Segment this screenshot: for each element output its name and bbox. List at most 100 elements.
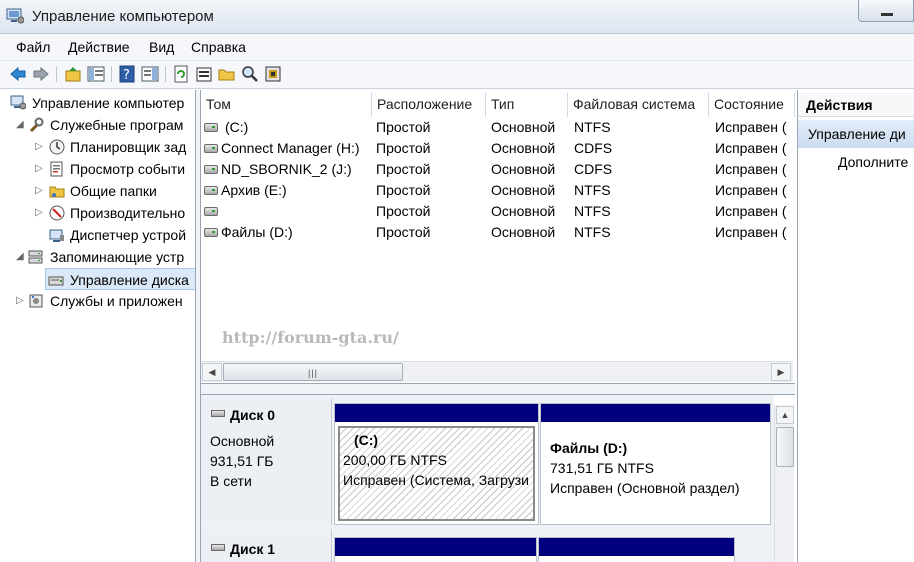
disk-view-vscrollbar[interactable]: ▲ <box>774 405 794 562</box>
tree-item-label: Планировщик зад <box>70 139 187 155</box>
partition-bar <box>539 538 734 556</box>
column-header-volume[interactable]: Том <box>201 93 372 117</box>
volume-status: Исправен ( <box>715 161 787 177</box>
disk-name: Диск 1 <box>230 541 276 557</box>
disk-0-label[interactable]: Диск 0 Основной 931,51 ГБ В сети <box>201 399 332 525</box>
partition-bar <box>335 404 538 422</box>
collapsed-arrow-icon[interactable]: ▷ <box>35 202 45 224</box>
tree-item-system-tools[interactable]: ◢ Служебные програм <box>14 114 195 136</box>
scroll-left-button[interactable]: ◀ <box>202 363 222 381</box>
partition-selected-area: (C:) 200,00 ГБ NTFS Исправен (Система, З… <box>338 426 535 521</box>
volume-status: Исправен ( <box>715 119 787 135</box>
partition-status: Исправен (Основной раздел) <box>550 480 740 496</box>
volume-row[interactable]: Простой Основной NTFS Исправен ( <box>201 201 795 222</box>
collapsed-arrow-icon[interactable]: ▷ <box>35 180 45 202</box>
tree-item-services[interactable]: ▷ Службы и приложен <box>14 290 195 312</box>
volume-row[interactable]: ND_SBORNIK_2 (J:) Простой Основной CDFS … <box>201 159 795 180</box>
collapsed-arrow-icon[interactable]: ▷ <box>16 290 26 312</box>
disk-properties-icon[interactable] <box>264 65 282 83</box>
expanded-arrow-icon[interactable]: ◢ <box>16 114 26 136</box>
volume-name: ND_SBORNIK_2 (J:) <box>221 161 352 177</box>
volume-list-hscrollbar[interactable]: ◀ ||| ▶ <box>201 361 793 382</box>
partition-c[interactable]: (C:) 200,00 ГБ NTFS Исправен (Система, З… <box>334 403 539 525</box>
column-header-status[interactable]: Состояние <box>709 93 795 117</box>
menu-help[interactable]: Справка <box>191 39 246 55</box>
disk-state: В сети <box>210 473 252 489</box>
forward-arrow-icon[interactable] <box>32 65 50 83</box>
search-disk-icon[interactable] <box>241 65 259 83</box>
menu-action[interactable]: Действие <box>68 39 130 55</box>
menu-file[interactable]: Файл <box>16 39 50 55</box>
partition-name: Файлы (D:) <box>550 440 628 456</box>
actions-pane: Действия Управление ди Дополните <box>797 90 914 562</box>
tree-item-computer-management[interactable]: Управление компьютер <box>8 92 195 114</box>
minimize-button[interactable] <box>858 0 914 22</box>
tree-item-label: Общие папки <box>70 183 157 199</box>
actions-more-link[interactable]: Дополните <box>838 154 908 170</box>
open-folder-icon[interactable] <box>218 65 236 83</box>
disk-1-partition-1[interactable] <box>334 537 537 562</box>
expanded-arrow-icon[interactable]: ◢ <box>16 246 26 268</box>
volume-file-system: NTFS <box>574 119 611 135</box>
partition-area: Файлы (D:) 731,51 ГБ NTFS Исправен (Осно… <box>544 426 767 521</box>
partition-size: 200,00 ГБ NTFS <box>343 452 447 468</box>
scroll-thumb[interactable] <box>776 427 794 467</box>
volume-type: Основной <box>491 140 556 156</box>
volume-name: Архив (E:) <box>221 182 287 198</box>
disk-graphical-view: Диск 0 Основной 931,51 ГБ В сети (C:) 20… <box>201 395 774 562</box>
volume-layout: Простой <box>376 140 431 156</box>
tree-item-device-manager[interactable]: Диспетчер устрой <box>33 224 195 246</box>
volume-row[interactable]: (C:) Простой Основной NTFS Исправен ( <box>201 117 795 138</box>
disk-icon <box>211 410 225 417</box>
cd-drive-icon <box>204 165 218 174</box>
volume-row[interactable]: Connect Manager (H:) Простой Основной CD… <box>201 138 795 159</box>
column-header-file-system[interactable]: Файловая система <box>568 93 709 117</box>
volume-row[interactable]: Архив (E:) Простой Основной NTFS Исправе… <box>201 180 795 201</box>
menu-bar: Файл Действие Вид Справка <box>0 34 914 61</box>
hard-drive-icon <box>204 228 218 237</box>
actions-section-disk-management[interactable]: Управление ди <box>798 120 914 148</box>
partition-d[interactable]: Файлы (D:) 731,51 ГБ NTFS Исправен (Осно… <box>540 403 771 525</box>
scroll-thumb[interactable]: ||| <box>223 363 403 381</box>
column-header-type[interactable]: Тип <box>486 93 568 117</box>
column-header-layout[interactable]: Расположение <box>372 93 486 117</box>
tree-item-shared-folders[interactable]: ▷ Общие папки <box>33 180 195 202</box>
show-hide-tree-icon[interactable] <box>87 65 105 83</box>
list-graph-splitter[interactable] <box>201 383 795 395</box>
up-folder-icon[interactable] <box>64 65 82 83</box>
refresh-icon[interactable] <box>172 65 190 83</box>
tree-item-storage[interactable]: ◢ Запоминающие устр <box>14 246 195 268</box>
tree-item-event-viewer[interactable]: ▷ Просмотр событи <box>33 158 195 180</box>
back-arrow-icon[interactable] <box>9 65 27 83</box>
volume-layout: Простой <box>376 203 431 219</box>
collapsed-arrow-icon[interactable]: ▷ <box>35 136 45 158</box>
volume-status: Исправен ( <box>715 203 787 219</box>
tree-item-task-scheduler[interactable]: ▷ Планировщик зад <box>33 136 195 158</box>
help-icon[interactable]: ? <box>118 65 136 83</box>
scroll-right-button[interactable]: ▶ <box>771 363 791 381</box>
scroll-up-button[interactable]: ▲ <box>776 406 794 424</box>
partition-bar <box>335 538 536 556</box>
tree-item-disk-management[interactable]: Управление диска <box>45 268 195 290</box>
menu-view[interactable]: Вид <box>149 39 174 55</box>
disk-1-label[interactable]: Диск 1 <box>201 529 332 562</box>
show-hide-action-pane-icon[interactable] <box>141 65 159 83</box>
properties-icon[interactable] <box>195 65 213 83</box>
performance-icon <box>49 205 65 221</box>
collapsed-arrow-icon[interactable]: ▷ <box>35 158 45 180</box>
tools-icon <box>29 117 44 133</box>
tree-item-label: Просмотр событи <box>70 161 186 177</box>
volume-name: (C:) <box>225 119 249 135</box>
volume-layout: Простой <box>376 182 431 198</box>
clock-icon <box>49 139 65 155</box>
computer-management-icon <box>10 95 26 110</box>
disk-management-icon <box>48 276 64 286</box>
tree-item-performance[interactable]: ▷ Производительно <box>33 202 195 224</box>
disk-name: Диск 0 <box>230 407 276 423</box>
volume-status: Исправен ( <box>715 140 787 156</box>
tree-item-label: Диспетчер устрой <box>70 227 187 243</box>
toolbar: ? <box>0 61 914 89</box>
shared-folder-icon <box>49 186 65 198</box>
volume-row[interactable]: Файлы (D:) Простой Основной NTFS Исправе… <box>201 222 795 243</box>
disk-1-partition-2[interactable] <box>538 537 735 562</box>
